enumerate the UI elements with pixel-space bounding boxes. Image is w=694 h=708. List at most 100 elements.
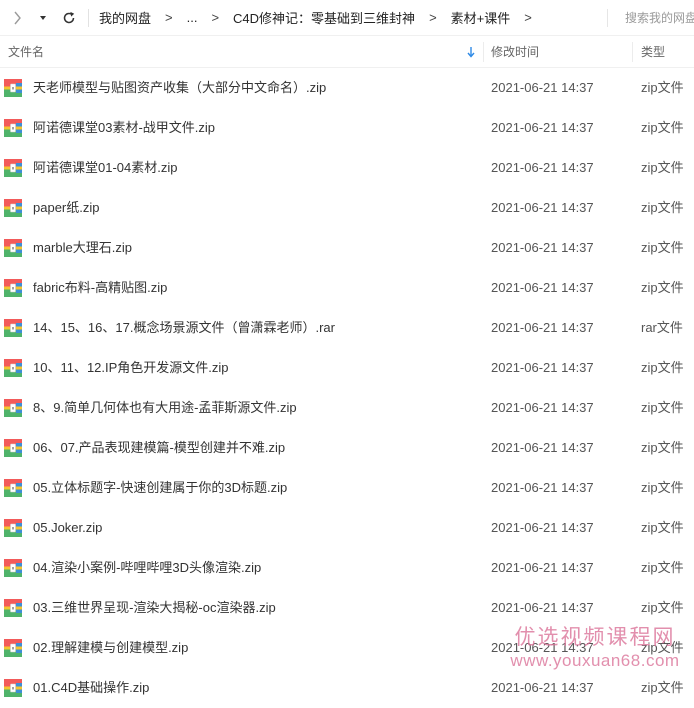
archive-file-icon [4,599,22,617]
file-name[interactable]: 02.理解建模与创建模型.zip [33,628,188,668]
column-header-modified[interactable]: 修改时间 [491,36,539,68]
file-modified: 2021-06-21 14:37 [491,680,594,695]
file-row[interactable]: 06、07.产品表现建模篇-模型创建并不难.zip 2021-06-21 14:3… [0,428,694,468]
column-divider[interactable] [483,42,484,62]
file-type: zip文件 [641,200,684,215]
file-row[interactable]: 02.理解建模与创建模型.zip 2021-06-21 14:37 zip文件 [0,628,694,668]
file-type: zip文件 [641,120,684,135]
file-modified: 2021-06-21 14:37 [491,120,594,135]
file-name[interactable]: 8、9.简单几何体也有大用途-孟菲斯源文件.zip [33,388,297,428]
file-type: rar文件 [641,320,683,335]
file-name[interactable]: paper纸.zip [33,188,99,228]
file-type: zip文件 [641,240,684,255]
archive-file-icon [4,639,22,657]
file-name[interactable]: 05.Joker.zip [33,508,102,548]
archive-file-icon [4,679,22,697]
file-modified: 2021-06-21 14:37 [491,240,594,255]
file-modified: 2021-06-21 14:37 [491,320,594,335]
file-row[interactable]: marble大理石.zip 2021-06-21 14:37 zip文件 [0,228,694,268]
refresh-button[interactable] [58,7,80,29]
breadcrumb-separator: > [524,10,532,25]
navigation-toolbar: 我的网盘 >... > C4D修神记：零基础到三维封神 > 素材+课件 > [0,0,694,36]
file-type: zip文件 [641,480,684,495]
file-modified: 2021-06-21 14:37 [491,400,594,415]
file-type: zip文件 [641,640,684,655]
file-modified: 2021-06-21 14:37 [491,360,594,375]
file-list: 天老师模型与贴图资产收集（大部分中文命名）.zip 2021-06-21 14:3… [0,68,694,708]
file-name[interactable]: 阿诺德课堂03素材-战甲文件.zip [33,108,215,148]
file-modified: 2021-06-21 14:37 [491,560,594,575]
breadcrumb-separator: > [211,10,220,25]
file-name[interactable]: 阿诺德课堂01-04素材.zip [33,148,177,188]
archive-file-icon [4,279,22,297]
archive-file-icon [4,319,22,337]
archive-file-icon [4,159,22,177]
breadcrumb-item[interactable]: 素材+课件 [451,8,511,27]
file-row[interactable]: 阿诺德课堂01-04素材.zip 2021-06-21 14:37 zip文件 [0,148,694,188]
file-name[interactable]: 03.三维世界呈现-渲染大揭秘-oc渲染器.zip [33,588,276,628]
file-row[interactable]: 14、15、16、17.概念场景源文件（曾潇霖老师）.rar 2021-06-21… [0,308,694,348]
file-name[interactable]: 01.C4D基础操作.zip [33,668,149,708]
file-list-header: 文件名 修改时间 类型 [0,36,694,68]
breadcrumb: 我的网盘 >... > C4D修神记：零基础到三维封神 > 素材+课件 > [99,8,546,27]
file-modified: 2021-06-21 14:37 [491,80,594,95]
file-row[interactable]: paper纸.zip 2021-06-21 14:37 zip文件 [0,188,694,228]
file-name[interactable]: fabric布料-高精贴图.zip [33,268,167,308]
file-type: zip文件 [641,280,684,295]
archive-file-icon [4,519,22,537]
archive-file-icon [4,199,22,217]
file-modified: 2021-06-21 14:37 [491,520,594,535]
file-row[interactable]: 8、9.简单几何体也有大用途-孟菲斯源文件.zip 2021-06-21 14:3… [0,388,694,428]
breadcrumb-item[interactable]: 我的网盘 [99,8,151,27]
file-name[interactable]: 14、15、16、17.概念场景源文件（曾潇霖老师）.rar [33,308,335,348]
file-type: zip文件 [641,440,684,455]
file-type: zip文件 [641,400,684,415]
file-name[interactable]: 06、07.产品表现建模篇-模型创建并不难.zip [33,428,285,468]
file-type: zip文件 [641,160,684,175]
file-row[interactable]: 03.三维世界呈现-渲染大揭秘-oc渲染器.zip 2021-06-21 14:3… [0,588,694,628]
archive-file-icon [4,479,22,497]
column-divider[interactable] [632,42,633,62]
file-modified: 2021-06-21 14:37 [491,200,594,215]
file-row[interactable]: 05.Joker.zip 2021-06-21 14:37 zip文件 [0,508,694,548]
file-row[interactable]: 04.渲染小案例-哔哩哔哩3D头像渲染.zip 2021-06-21 14:37 z… [0,548,694,588]
archive-file-icon [4,439,22,457]
file-modified: 2021-06-21 14:37 [491,640,594,655]
breadcrumb-item[interactable]: ... [187,10,198,25]
file-name[interactable]: 天老师模型与贴图资产收集（大部分中文命名）.zip [33,68,326,108]
file-row[interactable]: 05.立体标题字-快速创建属于你的3D标题.zip 2021-06-21 14:3… [0,468,694,508]
search-box [614,0,694,36]
file-name[interactable]: marble大理石.zip [33,228,132,268]
file-type: zip文件 [641,560,684,575]
history-dropdown-button[interactable] [32,7,54,29]
archive-file-icon [4,359,22,377]
file-row[interactable]: 天老师模型与贴图资产收集（大部分中文命名）.zip 2021-06-21 14:3… [0,68,694,108]
search-input[interactable] [614,11,694,25]
arrow-down-icon[interactable] [466,45,476,59]
file-name[interactable]: 05.立体标题字-快速创建属于你的3D标题.zip [33,468,287,508]
file-modified: 2021-06-21 14:37 [491,280,594,295]
chevron-left-icon [14,11,21,24]
column-header-type[interactable]: 类型 [641,36,665,68]
file-name[interactable]: 04.渲染小案例-哔哩哔哩3D头像渲染.zip [33,548,261,588]
file-name[interactable]: 10、11、12.IP角色开发源文件.zip [33,348,229,388]
file-row[interactable]: 10、11、12.IP角色开发源文件.zip 2021-06-21 14:37 zi… [0,348,694,388]
file-row[interactable]: fabric布料-高精贴图.zip 2021-06-21 14:37 zip文件 [0,268,694,308]
archive-file-icon [4,399,22,417]
file-modified: 2021-06-21 14:37 [491,600,594,615]
breadcrumb-item[interactable]: C4D修神记：零基础到三维封神 [233,8,415,27]
breadcrumb-separator: > [165,10,173,25]
search-divider [607,9,608,27]
refresh-icon [63,11,75,23]
archive-file-icon [4,119,22,137]
column-header-name[interactable]: 文件名 [8,36,44,68]
file-modified: 2021-06-21 14:37 [491,440,594,455]
breadcrumb-separator: > [429,10,437,25]
toolbar-divider [88,8,89,27]
file-type: zip文件 [641,600,684,615]
archive-file-icon [4,79,22,97]
file-row[interactable]: 阿诺德课堂03素材-战甲文件.zip 2021-06-21 14:37 zip文件 [0,108,694,148]
file-row[interactable]: 01.C4D基础操作.zip 2021-06-21 14:37 zip文件 [0,668,694,708]
file-modified: 2021-06-21 14:37 [491,160,594,175]
back-button[interactable] [6,7,28,29]
